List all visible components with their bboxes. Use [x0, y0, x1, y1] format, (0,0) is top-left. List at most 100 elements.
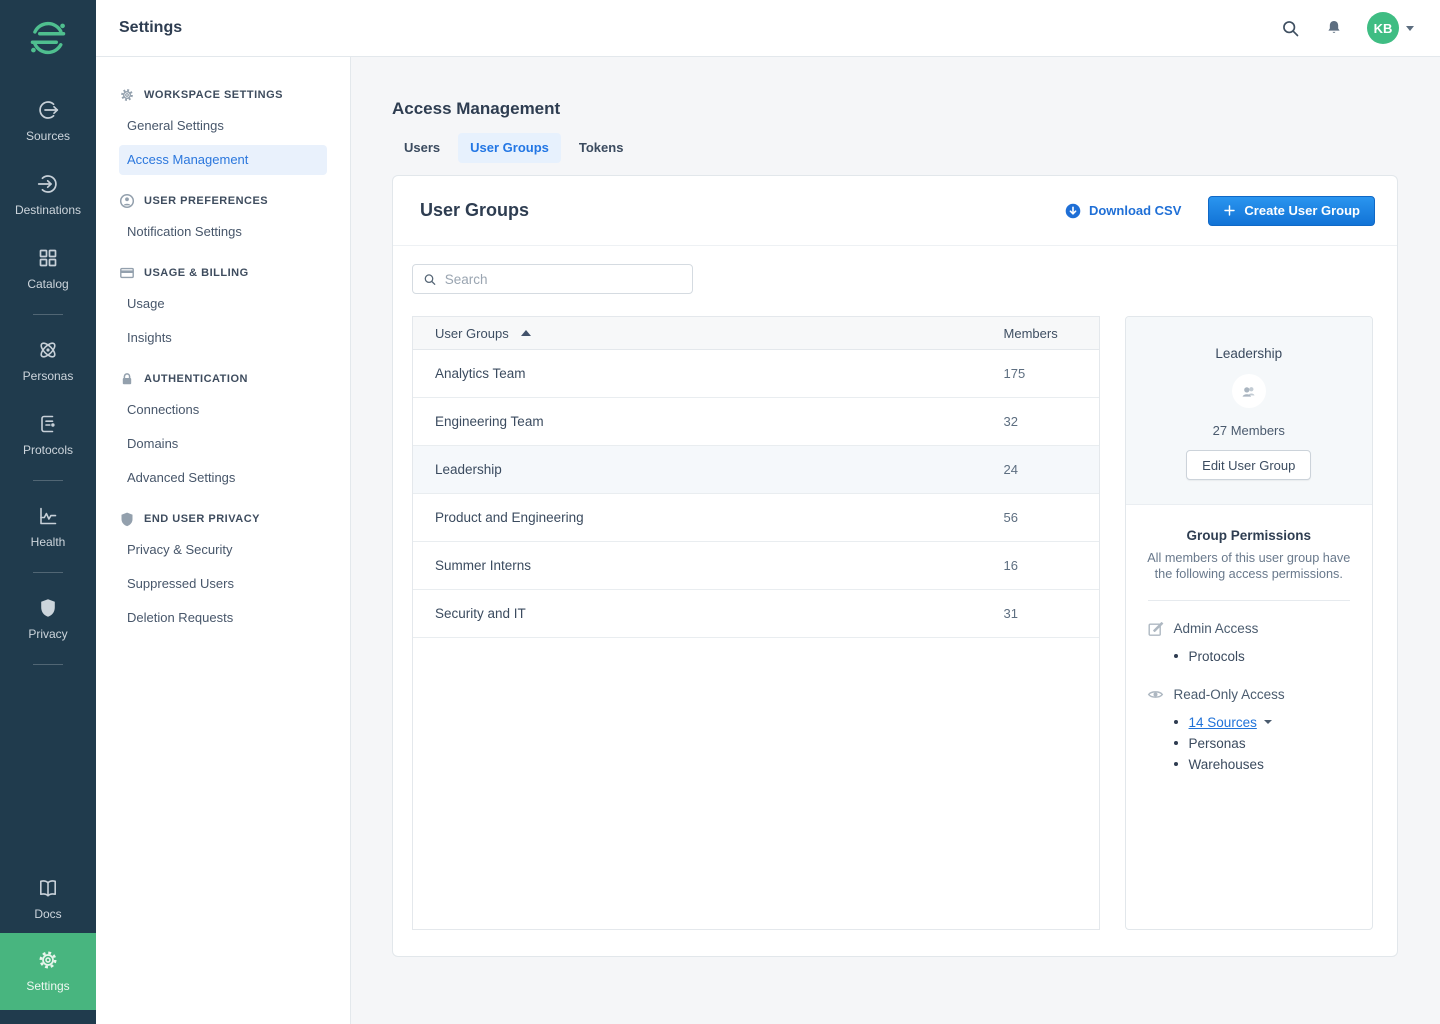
nav-section-user-preferences: USER PREFERENCES Notification Settings — [119, 193, 350, 247]
section-header: AUTHENTICATION — [119, 371, 350, 387]
create-user-group-label: Create User Group — [1244, 203, 1360, 218]
segment-logo-icon — [26, 16, 70, 60]
avatar: KB — [1367, 12, 1399, 44]
section-title: END USER PRIVACY — [144, 513, 260, 525]
sidebar-item-settings[interactable]: Settings — [0, 933, 96, 1010]
user-circle-icon — [119, 193, 135, 209]
tab-users[interactable]: Users — [392, 133, 452, 163]
sidebar-item-catalog[interactable]: Catalog — [0, 246, 96, 291]
table-row[interactable]: Summer Interns 16 — [413, 542, 1099, 590]
sidebar-item-destinations[interactable]: Destinations — [0, 172, 96, 217]
sidebar-item-general-settings[interactable]: General Settings — [119, 111, 327, 141]
table-row[interactable]: Product and Engineering 56 — [413, 494, 1099, 542]
column-header-label: User Groups — [435, 326, 509, 341]
search-icon — [423, 272, 437, 287]
health-pulse-icon — [36, 504, 60, 528]
sidebar-divider — [33, 572, 63, 573]
settings-gear-icon — [36, 948, 60, 972]
sidebar-item-usage[interactable]: Usage — [119, 289, 327, 319]
section-header: USAGE & BILLING — [119, 265, 350, 281]
app-root: Sources Destinations Catalog — [0, 0, 1440, 1024]
permission-label: Protocols — [1189, 649, 1245, 664]
section-title: USAGE & BILLING — [144, 267, 249, 279]
sidebar-item-personas[interactable]: Personas — [0, 338, 96, 383]
table-row[interactable]: Analytics Team 175 — [413, 350, 1099, 398]
sidebar-item-health[interactable]: Health — [0, 504, 96, 549]
section-header: WORKSPACE SETTINGS — [119, 87, 350, 103]
sidebar-item-privacy-security[interactable]: Privacy & Security — [119, 535, 327, 565]
sidebar-item-deletion-requests[interactable]: Deletion Requests — [119, 603, 327, 633]
plus-icon — [1223, 204, 1236, 217]
table-row[interactable]: Engineering Team 32 — [413, 398, 1099, 446]
page-title: Access Management — [392, 99, 1440, 119]
bullet-icon — [1174, 762, 1178, 766]
sidebar-item-label: Health — [31, 535, 66, 549]
section-header: USER PREFERENCES — [119, 193, 350, 209]
permission-item: 14 Sources — [1174, 712, 1351, 733]
sidebar-item-access-management[interactable]: Access Management — [119, 145, 327, 175]
group-name: Analytics Team — [435, 366, 1004, 381]
readonly-access-label: Read-Only Access — [1174, 687, 1285, 702]
sources-icon — [36, 98, 60, 122]
table-row[interactable]: Security and IT 31 — [413, 590, 1099, 638]
destinations-icon — [36, 172, 60, 196]
download-csv-button[interactable]: Download CSV — [1065, 203, 1181, 219]
group-members-count: 175 — [1004, 366, 1099, 381]
tab-tokens[interactable]: Tokens — [567, 133, 636, 163]
sidebar-item-label: Settings — [26, 979, 69, 993]
table-row-selected[interactable]: Leadership 24 — [413, 446, 1099, 494]
group-people-icon — [1239, 382, 1258, 401]
tab-user-groups[interactable]: User Groups — [458, 133, 561, 163]
search-input[interactable] — [445, 272, 682, 287]
nav-section-usage-billing: USAGE & BILLING Usage Insights — [119, 265, 350, 353]
sidebar-item-insights[interactable]: Insights — [119, 323, 327, 353]
sidebar-item-connections[interactable]: Connections — [119, 395, 327, 425]
sidebar-item-protocols[interactable]: Protocols — [0, 412, 96, 457]
search-icon[interactable] — [1280, 18, 1301, 39]
sources-expand-link[interactable]: 14 Sources — [1189, 715, 1272, 730]
table-header-row: User Groups Members — [413, 317, 1099, 350]
group-members-count: 32 — [1004, 414, 1099, 429]
edit-user-group-button[interactable]: Edit User Group — [1186, 450, 1311, 480]
table-column: User Groups Members Analytics Team 175 — [412, 264, 1100, 930]
create-user-group-button[interactable]: Create User Group — [1208, 196, 1375, 226]
permission-item: Protocols — [1174, 646, 1351, 667]
sort-ascending-icon — [521, 330, 531, 336]
column-header-user-groups[interactable]: User Groups — [435, 326, 1004, 341]
group-members-count: 31 — [1004, 606, 1099, 621]
bullet-icon — [1174, 741, 1178, 745]
tab-bar: Users User Groups Tokens — [392, 133, 1440, 163]
permission-label: 14 Sources — [1189, 715, 1257, 730]
docs-book-icon — [36, 876, 60, 900]
nav-section-workspace-settings: WORKSPACE SETTINGS General Settings Acce… — [119, 87, 350, 175]
privacy-shield-icon — [36, 596, 60, 620]
sidebar-item-label: Personas — [23, 369, 74, 383]
sidebar-item-docs[interactable]: Docs — [0, 876, 96, 921]
sidebar-item-sources[interactable]: Sources — [0, 98, 96, 143]
sidebar-item-advanced-settings[interactable]: Advanced Settings — [119, 463, 327, 493]
notifications-bell-icon[interactable] — [1324, 18, 1344, 38]
account-menu[interactable]: KB — [1367, 12, 1414, 44]
user-groups-card: User Groups Download CSV — [392, 175, 1398, 957]
sidebar-item-privacy[interactable]: Privacy — [0, 596, 96, 641]
card-body: User Groups Members Analytics Team 175 — [393, 246, 1397, 957]
permission-item: Warehouses — [1174, 754, 1351, 775]
sidebar-item-domains[interactable]: Domains — [119, 429, 327, 459]
card-actions: Download CSV Create User Group — [1065, 196, 1375, 226]
sidebar-item-notification-settings[interactable]: Notification Settings — [119, 217, 327, 247]
body-row: WORKSPACE SETTINGS General Settings Acce… — [96, 57, 1440, 1024]
group-avatar — [1232, 374, 1266, 408]
sidebar-item-suppressed-users[interactable]: Suppressed Users — [119, 569, 327, 599]
user-groups-table: User Groups Members Analytics Team 175 — [412, 316, 1100, 930]
gear-icon — [119, 87, 135, 103]
search-field — [412, 264, 693, 294]
group-members-count: 56 — [1004, 510, 1099, 525]
segment-logo[interactable] — [26, 16, 70, 65]
section-title: AUTHENTICATION — [144, 373, 248, 385]
sidebar-divider — [33, 664, 63, 665]
chevron-down-icon — [1406, 26, 1414, 31]
permission-label: Warehouses — [1189, 757, 1264, 772]
sidebar-divider — [33, 314, 63, 315]
nav-section-authentication: AUTHENTICATION Connections Domains Advan… — [119, 371, 350, 493]
group-name: Leadership — [435, 462, 1004, 477]
